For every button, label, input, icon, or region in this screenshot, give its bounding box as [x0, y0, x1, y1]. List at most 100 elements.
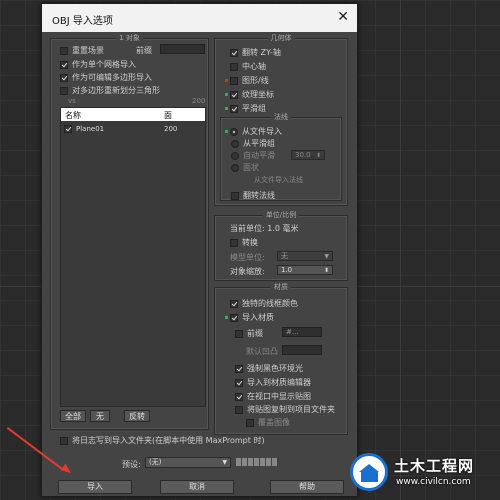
- indicator-green: [225, 130, 228, 133]
- select-all-button[interactable]: 全部: [60, 410, 86, 422]
- current-units-text: 当前单位: 1.0 毫米: [230, 224, 299, 233]
- preset-load-icon: [242, 458, 247, 466]
- radio-dot[interactable]: [230, 127, 238, 136]
- checkbox-box[interactable]: [246, 418, 254, 427]
- cancel-button[interactable]: 取消: [160, 480, 234, 494]
- checkbox-box[interactable]: [235, 329, 243, 338]
- count-right: 200: [192, 97, 206, 105]
- watermark-url: www.civilcn.com: [396, 477, 471, 487]
- preset-save-icon: [236, 458, 241, 466]
- object-list-header: 名称 面: [61, 108, 205, 121]
- indicator-red: [225, 79, 228, 82]
- checkbox-box[interactable]: [230, 62, 238, 71]
- checkbox-box[interactable]: [235, 405, 243, 414]
- list-item[interactable]: Plane01 200: [61, 123, 205, 135]
- help-button[interactable]: 帮助: [270, 480, 344, 494]
- material-prefix-checkbox[interactable]: 前缀: [235, 328, 263, 339]
- faceted-radio[interactable]: 面状: [231, 162, 259, 173]
- normals-from-smooth-radio[interactable]: 从平滑组: [231, 138, 275, 149]
- checkbox-box[interactable]: [60, 46, 68, 55]
- default-bump-label: 默认凹凸: [246, 347, 278, 356]
- shapes-lines-checkbox[interactable]: 图形/线: [225, 75, 269, 86]
- import-materials-checkbox[interactable]: 导入材质: [225, 312, 274, 323]
- chevron-down-icon[interactable]: ▼: [324, 252, 329, 261]
- single-mesh-checkbox[interactable]: 作为单个网格导入: [60, 59, 136, 70]
- chevron-down-icon[interactable]: ▼: [222, 458, 227, 467]
- object-scale-label: 对象缩放:: [230, 267, 265, 276]
- checkbox-box[interactable]: [60, 436, 68, 445]
- convert-checkbox[interactable]: 转换: [230, 237, 258, 248]
- auto-smooth-spinner[interactable]: 30.0 ⬍: [291, 150, 325, 160]
- checkbox-box[interactable]: [235, 392, 243, 401]
- model-units-label: 模型单位:: [230, 253, 265, 262]
- count-left: vs: [68, 97, 76, 105]
- spinner-arrows-icon[interactable]: ⬍: [316, 151, 321, 160]
- checkbox-box[interactable]: [230, 313, 238, 322]
- copy-maps-checkbox[interactable]: 将贴图复制到项目文件夹: [235, 404, 335, 415]
- checkbox-box[interactable]: [230, 76, 238, 85]
- retriangulate-checkbox[interactable]: 对多边形重新划分三角形: [60, 85, 160, 96]
- watermark: 土木工程网 www.civilcn.com: [348, 451, 494, 495]
- overwrite-images-checkbox[interactable]: 覆盖图像: [246, 417, 290, 428]
- unique-wire-color-checkbox[interactable]: 独特的线框颜色: [230, 298, 298, 309]
- normals-group-label: 法线: [271, 113, 291, 121]
- indicator-green: [225, 107, 228, 110]
- prefix-input[interactable]: [160, 44, 205, 54]
- write-log-checkbox[interactable]: 将日志写到导入文件夹(在脚本中使用 MaxPrompt 时): [60, 435, 265, 446]
- column-name-header[interactable]: 名称: [65, 110, 81, 121]
- preset-label: 预设:: [122, 460, 141, 469]
- preset-dropdown[interactable]: (无) ▼: [145, 457, 231, 468]
- select-none-button[interactable]: 无: [90, 410, 110, 422]
- radio-dot[interactable]: [231, 163, 239, 172]
- invert-selection-button[interactable]: 反转: [124, 410, 150, 422]
- auto-smooth-radio[interactable]: 自动平滑: [231, 150, 275, 161]
- from-file-note: 从文件导入法线: [254, 176, 303, 184]
- default-bump-input[interactable]: [282, 345, 322, 355]
- indicator-green: [225, 316, 228, 319]
- import-button[interactable]: 导入: [58, 480, 132, 494]
- checkbox-box[interactable]: [230, 90, 238, 99]
- radio-dot[interactable]: [231, 151, 239, 160]
- checkbox-box[interactable]: [230, 48, 238, 57]
- reset-scene-checkbox[interactable]: 重置场景: [60, 45, 104, 56]
- indicator-green: [225, 93, 228, 96]
- spinner-arrows-icon[interactable]: ⬍: [324, 266, 329, 275]
- force-black-ambient-checkbox[interactable]: 强制黑色环境光: [235, 363, 303, 374]
- list-item-faces: 200: [164, 125, 178, 133]
- show-maps-in-viewport-checkbox[interactable]: 在视口中显示贴图: [235, 391, 311, 402]
- radio-dot[interactable]: [231, 139, 239, 148]
- checkbox-box[interactable]: [64, 125, 72, 133]
- normals-from-file-radio[interactable]: 从文件导入: [225, 126, 282, 137]
- objects-group-label: 1 对象: [116, 34, 143, 42]
- center-pivots-checkbox[interactable]: 中心轴: [230, 61, 266, 72]
- checkbox-box[interactable]: [231, 191, 239, 200]
- checkbox-box[interactable]: [60, 73, 68, 82]
- object-list[interactable]: 名称 面 Plane01 200: [60, 107, 206, 407]
- object-scale-spinner[interactable]: 1.0 ⬍: [277, 265, 333, 275]
- prefix-label: 前缀: [136, 46, 152, 55]
- list-item-name: Plane01: [76, 125, 105, 133]
- close-icon[interactable]: ✕: [337, 9, 349, 25]
- checkbox-box[interactable]: [230, 299, 238, 308]
- material-group-label: 材质: [271, 283, 291, 291]
- checkbox-box[interactable]: [230, 238, 238, 247]
- import-into-editor-checkbox[interactable]: 导入到材质编辑器: [235, 377, 311, 388]
- checkbox-box[interactable]: [60, 60, 68, 69]
- geometry-group-label: 几何体: [267, 34, 295, 42]
- flip-zy-checkbox[interactable]: 翻转 ZY-轴: [230, 47, 281, 58]
- model-units-dropdown[interactable]: 无 ▼: [277, 251, 333, 261]
- viewport-axis-vertical: [400, 0, 401, 500]
- dialog-title: OBJ 导入选项: [52, 16, 113, 27]
- preset-icons[interactable]: [236, 458, 277, 466]
- column-faces-header[interactable]: 面: [164, 110, 172, 121]
- flip-normals-checkbox[interactable]: 翻转法线: [231, 190, 275, 201]
- material-prefix-input[interactable]: #...: [282, 327, 322, 337]
- checkbox-box[interactable]: [60, 86, 68, 95]
- obj-import-dialog: OBJ 导入选项 ✕ 1 对象 重置场景 前缀 作为单个网格导入 作为可编辑多边…: [41, 3, 358, 497]
- checkbox-box[interactable]: [235, 378, 243, 387]
- texture-coords-checkbox[interactable]: 纹理坐标: [225, 89, 274, 100]
- watermark-logo-icon: [350, 453, 388, 491]
- editable-poly-checkbox[interactable]: 作为可编辑多边形导入: [60, 72, 152, 83]
- checkbox-box[interactable]: [235, 364, 243, 373]
- dialog-titlebar: OBJ 导入选项 ✕: [42, 4, 357, 32]
